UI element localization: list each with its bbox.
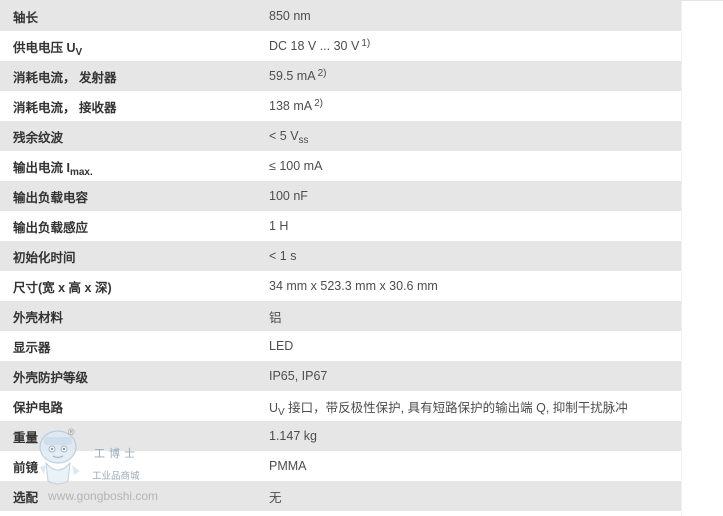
- row-label: 显示器: [0, 331, 269, 361]
- row-value: PMMA: [269, 451, 681, 481]
- row-value: 1 H: [269, 211, 681, 241]
- table-row: 选配 无: [0, 481, 681, 511]
- table-row: 消耗电流， 发射器 59.5 mA 2): [0, 61, 681, 91]
- row-value: 850 nm: [269, 1, 681, 31]
- row-value: 138 mA 2): [269, 91, 681, 121]
- row-label: 保护电路: [0, 391, 269, 421]
- table-row: 外壳材料 铝: [0, 301, 681, 331]
- table-row: 消耗电流， 接收器 138 mA 2): [0, 91, 681, 121]
- row-value-text: 接口，带反极性保护, 具有短路保护的输出端 Q, 抑制干扰脉冲: [284, 400, 628, 415]
- row-label: 供电电压 UV: [0, 31, 269, 61]
- row-value: < 1 s: [269, 241, 681, 271]
- row-value-subscript: V: [278, 406, 285, 418]
- row-value-text: 138 mA: [269, 99, 313, 113]
- row-label: 消耗电流， 接收器: [0, 91, 269, 121]
- table-row: 初始化时间 < 1 s: [0, 241, 681, 271]
- row-label-text: 供电电压 U: [13, 40, 76, 55]
- footnote-marker: 2): [314, 98, 323, 109]
- table-row: 输出负载电容 100 nF: [0, 181, 681, 211]
- row-value: < 5 Vss: [269, 121, 681, 151]
- table-right-rule: [681, 1, 682, 516]
- row-value-text: 59.5 mA: [269, 69, 316, 83]
- row-value: 100 nF: [269, 181, 681, 211]
- row-label: 输出负载电容: [0, 181, 269, 211]
- row-label: 重量: [0, 421, 269, 451]
- row-label: 残余纹波: [0, 121, 269, 151]
- row-label: 前镜: [0, 451, 269, 481]
- row-label-text: 输出电流 I: [13, 160, 70, 175]
- row-label: 尺寸(宽 x 高 x 深): [0, 271, 269, 301]
- table-row: 输出负载感应 1 H: [0, 211, 681, 241]
- row-value: 1.147 kg: [269, 421, 681, 451]
- spec-table: 轴长 850 nm 供电电压 UV DC 18 V ... 30 V 1) 消耗电…: [0, 1, 681, 511]
- row-label: 轴长: [0, 1, 269, 31]
- table-row: 供电电压 UV DC 18 V ... 30 V 1): [0, 31, 681, 61]
- row-value: ≤ 100 mA: [269, 151, 681, 181]
- row-value-text: DC 18 V ... 30 V: [269, 39, 360, 53]
- footnote-marker: 1): [361, 38, 371, 49]
- table-row: 显示器 LED: [0, 331, 681, 361]
- row-label: 外壳材料: [0, 301, 269, 331]
- row-label: 输出负载感应: [0, 211, 269, 241]
- row-value-subscript: ss: [298, 135, 309, 146]
- row-label: 外壳防护等级: [0, 361, 269, 391]
- table-row: 输出电流 Imax. ≤ 100 mA: [0, 151, 681, 181]
- row-value: 34 mm x 523.3 mm x 30.6 mm: [269, 271, 681, 301]
- row-value: 铝: [269, 301, 681, 331]
- row-value: UV 接口，带反极性保护, 具有短路保护的输出端 Q, 抑制干扰脉冲: [269, 391, 681, 421]
- table-row: 残余纹波 < 5 Vss: [0, 121, 681, 151]
- table-row: 轴长 850 nm: [0, 1, 681, 31]
- row-value: LED: [269, 331, 681, 361]
- table-row: 尺寸(宽 x 高 x 深) 34 mm x 523.3 mm x 30.6 mm: [0, 271, 681, 301]
- row-label: 选配: [0, 481, 269, 511]
- row-value: IP65, IP67: [269, 361, 681, 391]
- footnote-marker: 2): [317, 68, 327, 79]
- table-row: 外壳防护等级 IP65, IP67: [0, 361, 681, 391]
- row-label-subscript: max.: [69, 166, 93, 178]
- row-label-subscript: V: [75, 46, 83, 58]
- row-value-text: U: [269, 400, 279, 415]
- row-label: 消耗电流， 发射器: [0, 61, 269, 91]
- row-label: 输出电流 Imax.: [0, 151, 269, 181]
- row-label: 初始化时间: [0, 241, 269, 271]
- table-row: 保护电路 UV 接口，带反极性保护, 具有短路保护的输出端 Q, 抑制干扰脉冲: [0, 391, 681, 421]
- row-value: 59.5 mA 2): [269, 61, 681, 91]
- table-row: 前镜 PMMA: [0, 451, 681, 481]
- row-value-text: < 5 V: [269, 129, 299, 143]
- row-value: DC 18 V ... 30 V 1): [269, 31, 681, 61]
- row-value: 无: [269, 481, 681, 511]
- table-row: 重量 1.147 kg: [0, 421, 681, 451]
